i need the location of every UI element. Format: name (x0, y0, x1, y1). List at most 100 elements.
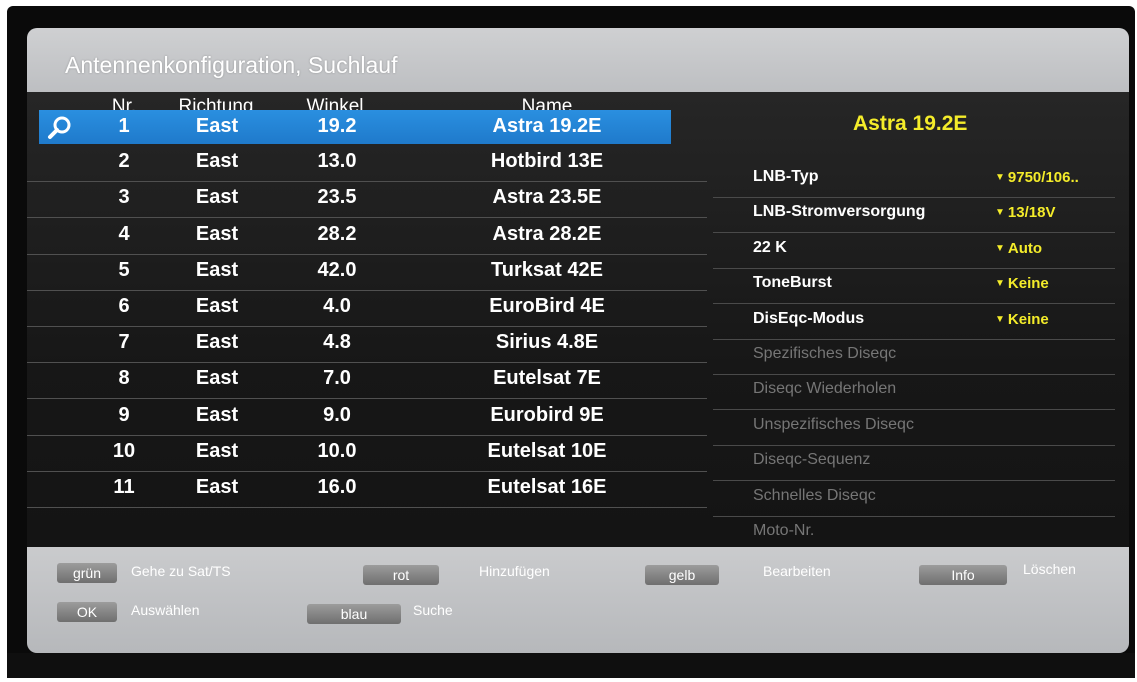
cell-name: Eutelsat 16E (487, 476, 607, 498)
lnb-settings-panel: Astra 19.2E LNB-Typ ▼ 9750/106.. LNB-Stromv… (713, 92, 1129, 552)
yellow-key-label: Bearbeiten (763, 563, 831, 579)
cell-winkel: 16.0 (317, 476, 357, 498)
info-key-label: Löschen (1023, 561, 1076, 577)
cell-richtung: East (195, 115, 239, 137)
table-row[interactable]: 2 East 13.0 Hotbird 13E (27, 145, 707, 183)
triangle-down-icon: ▼ (995, 242, 1005, 254)
setting-label: Diseqc-Sequenz (753, 451, 871, 469)
cell-winkel: 10.0 (317, 439, 357, 462)
cell-name: Astra 28.2E (492, 222, 602, 245)
selected-satellite-title: Astra 19.2E (853, 112, 968, 135)
cell-winkel: 4.8 (323, 331, 351, 354)
cell-nr: 5 (118, 258, 130, 281)
setting-value-dropdown[interactable]: ▼ 13/18V (995, 204, 1055, 221)
table-row[interactable]: 4 East 28.2 Astra 28.2E (27, 218, 707, 255)
setting-row[interactable]: DisEqc-Modus ▼ Keine (713, 304, 1115, 340)
cell-richtung: East (195, 476, 239, 498)
cell-nr: 2 (118, 150, 130, 173)
triangle-down-icon: ▼ (995, 278, 1005, 290)
table-row[interactable]: 10 East 10.0 Eutelsat 10E (27, 435, 707, 472)
cell-nr: 4 (118, 222, 130, 245)
green-key-label: Gehe zu Sat/TS (131, 563, 231, 579)
cell-richtung: East (195, 403, 239, 426)
setting-value-text: 9750/106.. (1007, 169, 1079, 186)
table-row[interactable]: 5 East 42.0 Turksat 42E (27, 254, 707, 291)
cell-name: Astra 19.2E (492, 115, 602, 137)
red-key-button[interactable]: rot (363, 565, 439, 585)
setting-row: Spezifisches Diseqc (713, 339, 1115, 375)
search-icon (48, 116, 71, 139)
setting-label: DisEqc-Modus (753, 309, 865, 327)
setting-row[interactable]: LNB-Stromversorgung ▼ 13/18V (713, 197, 1115, 234)
table-row-selected[interactable]: 1 East 19.2 Astra 19.2E (39, 110, 671, 144)
cell-name: EuroBird 4E (489, 295, 605, 317)
setting-value-text: Auto (1007, 239, 1043, 257)
key-legend: grün Gehe zu Sat/TS rot Hinzufügen gelb … (27, 547, 1129, 653)
setting-value-text: Keine (1007, 310, 1049, 328)
cell-winkel: 4.0 (323, 295, 351, 317)
blue-key-button[interactable]: blau (307, 604, 401, 624)
setting-row: Diseqc-Sequenz (713, 445, 1115, 482)
table-row[interactable]: 8 East 7.0 Eutelsat 7E (27, 362, 707, 400)
cell-richtung: East (195, 367, 239, 390)
setting-row[interactable]: ToneBurst ▼ Keine (713, 268, 1115, 305)
tv-screen: Antennenkonfiguration, Suchlauf Nr. Rich… (7, 6, 1135, 678)
cell-winkel: 7.0 (323, 367, 351, 390)
cell-winkel: 19.2 (317, 115, 357, 137)
cell-winkel: 13.0 (317, 150, 357, 173)
triangle-down-icon: ▼ (995, 172, 1005, 183)
setting-value-dropdown[interactable]: ▼ 9750/106.. (995, 169, 1079, 186)
setting-label: Diseqc Wiederholen (753, 380, 897, 398)
info-key-button[interactable]: Info (919, 565, 1007, 585)
cell-richtung: East (195, 295, 239, 317)
setting-value-dropdown[interactable]: ▼ Auto (995, 240, 1042, 257)
blue-key-label: Suche (413, 602, 453, 618)
table-row[interactable]: 9 East 9.0 Eurobird 9E (27, 399, 707, 436)
yellow-key-button[interactable]: gelb (645, 565, 719, 585)
green-key-button[interactable]: grün (57, 563, 117, 583)
cell-nr: 3 (118, 186, 130, 209)
cell-nr: 1 (118, 115, 130, 137)
cell-richtung: East (195, 222, 239, 245)
triangle-down-icon: ▼ (995, 313, 1005, 325)
cell-winkel: 23.5 (317, 186, 357, 209)
cell-richtung: East (195, 258, 239, 281)
table-row[interactable]: 3 East 23.5 Astra 23.5E (27, 181, 707, 219)
triangle-down-icon: ▼ (995, 207, 1005, 219)
table-row[interactable]: 6 East 4.0 EuroBird 4E (27, 290, 707, 327)
content-area: Nr. Richtung Winkel Name 1 East 19.2 Astra … (27, 92, 1129, 552)
setting-label: Schnelles Diseqc (753, 486, 876, 504)
dialog-title: Antennenkonfiguration, Suchlauf (65, 52, 398, 78)
setting-label: LNB-Stromversorgung (753, 203, 926, 221)
setting-label: ToneBurst (753, 274, 832, 292)
setting-label: Moto-Nr. (753, 522, 815, 539)
setting-row[interactable]: 22 K ▼ Auto (713, 233, 1115, 269)
antenna-config-dialog: Antennenkonfiguration, Suchlauf Nr. Rich… (27, 28, 1129, 653)
cell-richtung: East (195, 186, 239, 209)
setting-row: Diseqc Wiederholen (713, 374, 1115, 411)
setting-value-dropdown[interactable]: ▼ Keine (995, 275, 1049, 292)
cell-name: Astra 23.5E (492, 186, 602, 209)
setting-label: LNB-Typ (753, 168, 819, 185)
ok-key-label: Auswählen (131, 602, 200, 618)
table-row[interactable]: 11 East 16.0 Eutelsat 16E (27, 471, 707, 508)
cell-name: Eurobird 9E (490, 403, 604, 426)
table-row[interactable]: 7 East 4.8 Sirius 4.8E (27, 326, 707, 364)
cell-richtung: East (195, 150, 239, 173)
cell-name: Eutelsat 10E (487, 439, 607, 462)
setting-row[interactable]: LNB-Typ ▼ 9750/106.. (713, 162, 1115, 198)
setting-label: Unspezifisches Diseqc (753, 415, 914, 433)
setting-value-dropdown[interactable]: ▼ Keine (995, 311, 1049, 328)
cell-name: Eutelsat 7E (493, 367, 601, 390)
cell-name: Sirius 4.8E (495, 331, 599, 354)
cell-nr: 9 (118, 403, 130, 426)
cell-winkel: 9.0 (323, 403, 351, 426)
ok-key-button[interactable]: OK (57, 602, 117, 622)
red-key-label: Hinzufügen (479, 563, 550, 579)
setting-label: Spezifisches Diseqc (753, 345, 897, 362)
cell-name: Hotbird 13E (490, 150, 604, 173)
cell-nr: 10 (112, 439, 136, 462)
setting-row: Schnelles Diseqc (713, 481, 1115, 517)
cell-winkel: 28.2 (317, 222, 357, 245)
setting-label: 22 K (753, 238, 787, 256)
